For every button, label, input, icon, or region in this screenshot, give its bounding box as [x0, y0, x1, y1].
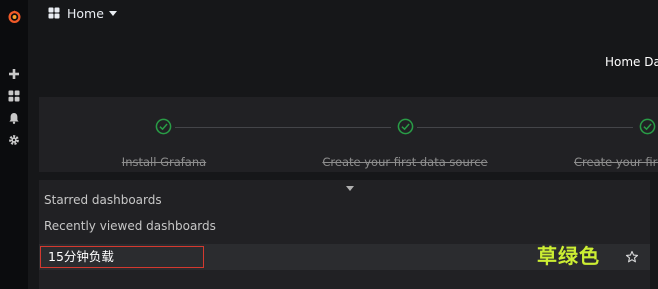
getting-started-panel: Install Grafana Create your first data s… [39, 97, 658, 172]
step-install-grafana[interactable]: Install Grafana [122, 155, 206, 169]
gear-icon[interactable] [7, 133, 21, 147]
home-dashboard-panel-title: Home Das [605, 55, 658, 69]
progress-connector [175, 127, 391, 128]
plus-icon[interactable] [7, 67, 21, 81]
starred-dashboards-heading: Starred dashboards [44, 193, 162, 207]
step-create-data-source[interactable]: Create your first data source [322, 155, 487, 169]
chevron-down-icon[interactable] [346, 186, 354, 191]
top-navbar [28, 0, 658, 30]
chevron-down-icon [108, 11, 117, 16]
alerting-bell-icon[interactable] [7, 111, 21, 125]
dashboards-icon [48, 7, 60, 19]
dashboard-picker-button[interactable]: Home [48, 4, 117, 22]
progress-connector [417, 127, 633, 128]
grafana-logo-icon[interactable] [7, 9, 22, 24]
dashboard-title-label: Home [67, 5, 104, 21]
recently-viewed-heading: Recently viewed dashboards [44, 219, 216, 233]
dashboards-icon[interactable] [7, 89, 21, 103]
star-icon[interactable] [625, 250, 639, 264]
sidebar [0, 0, 28, 289]
annotation-text: 草绿色 [537, 244, 600, 268]
check-circle-icon [397, 118, 414, 135]
check-circle-icon [155, 118, 172, 135]
dashboard-link[interactable]: 15分钟负载 [40, 246, 204, 268]
check-circle-icon [639, 118, 656, 135]
step-create-dashboard[interactable]: Create your first d [574, 155, 658, 169]
